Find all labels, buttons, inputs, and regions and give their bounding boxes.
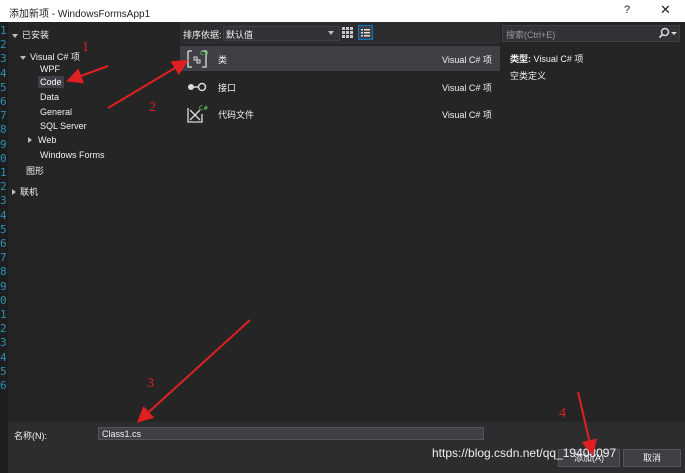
line-number: 5 [0,222,7,236]
line-number: 3 [0,336,7,350]
class-icon: C# [186,49,209,71]
line-number: 1 [0,166,7,179]
annotation-label-4: 4 [559,406,566,421]
line-number: 1 [0,24,7,37]
template-item-interface[interactable]: 接口 Visual C# 项 [180,74,500,99]
line-number: 4 [0,350,7,364]
tree-node-online[interactable]: 联机 [12,185,38,198]
line-number: 2 [0,322,7,336]
name-input[interactable] [98,427,484,440]
line-number: 5 [0,80,7,94]
template-category-tree: 已安装 Visual C# 项 WPF Code Data General SQ… [8,22,180,422]
details-type: 类型: Visual C# 项 [510,54,584,64]
line-number: 4 [0,208,7,222]
details-description: 空类定义 [510,71,547,81]
line-number: 0 [0,151,7,165]
template-item-class[interactable]: C# 类 Visual C# 项 [180,46,500,71]
line-number: 2 [0,38,7,52]
annotation-label-3: 3 [147,376,154,391]
title-bar: 添加新项 - WindowsFormsApp1 ? ✕ [0,0,685,22]
tree-item-web[interactable]: Web [28,135,56,145]
search-placeholder: 搜索(Ctrl+E) [506,30,556,40]
tree-item-graphics[interactable]: 图形 [26,164,44,177]
line-number: 3 [0,52,7,66]
list-view-icon[interactable] [358,25,373,40]
sort-value: 默认值 [226,30,254,40]
line-number: 7 [0,251,7,265]
help-button[interactable]: ? [624,4,630,16]
search-input[interactable]: 搜索(Ctrl+E) [502,25,680,42]
collapsed-arrow-icon [28,137,32,143]
annotation-label-2: 2 [149,100,156,115]
tree-item-sql-server[interactable]: SQL Server [40,121,87,131]
line-number: 6 [0,237,7,250]
search-options-chevron-icon[interactable] [671,32,677,35]
line-number: 8 [0,123,7,137]
sort-dropdown[interactable]: 默认值 [223,26,340,41]
expanded-arrow-icon [20,55,26,60]
tree-item-wpf[interactable]: WPF [40,64,60,74]
line-number: 6 [0,379,7,392]
line-number: 6 [0,95,7,108]
line-number: 8 [0,265,7,279]
line-number: 1 [0,308,7,321]
tree-item-code[interactable]: Code [38,76,64,88]
name-label: 名称(N): [14,431,47,441]
sort-label: 排序依据: [183,30,222,40]
tree-node-visual-csharp[interactable]: Visual C# 项 [20,50,80,63]
tree-node-installed[interactable]: 已安装 [12,28,49,41]
close-button[interactable]: ✕ [660,2,671,18]
svg-text:C#: C# [200,50,208,57]
line-number: 5 [0,364,7,378]
search-icon[interactable] [658,27,670,41]
template-list: C# 类 Visual C# 项 接口 Visual C# 项 C# 代码文件 … [180,44,500,422]
expanded-arrow-icon [12,33,18,38]
annotation-label-1: 1 [82,40,89,55]
line-number: 9 [0,137,7,151]
details-panel: 搜索(Ctrl+E) 类型: Visual C# 项 空类定义 [500,22,685,422]
sort-toolbar: 排序依据: 默认值 [180,22,500,44]
svg-text:C#: C# [199,105,208,112]
watermark-text: https://blog.csdn.net/qq_19408097 [432,446,617,460]
cancel-button[interactable]: 取消 [623,449,681,467]
code-file-icon: C# [186,104,208,126]
line-number: 0 [0,293,7,307]
chevron-down-icon [328,31,334,35]
grid-view-icon[interactable] [342,27,353,38]
tree-item-data[interactable]: Data [40,92,59,102]
line-number-gutter: 12345678901234567890123456 [0,22,8,473]
line-number: 9 [0,279,7,293]
line-number: 2 [0,180,7,194]
tree-item-general[interactable]: General [40,107,72,117]
tree-item-windows-forms[interactable]: Windows Forms [40,150,105,160]
window-title: 添加新项 - WindowsFormsApp1 [9,9,151,20]
collapsed-arrow-icon [12,189,16,195]
line-number: 7 [0,109,7,123]
template-item-code-file[interactable]: C# 代码文件 Visual C# 项 [180,101,500,126]
line-number: 3 [0,194,7,208]
line-number: 4 [0,66,7,80]
interface-icon [186,77,208,99]
